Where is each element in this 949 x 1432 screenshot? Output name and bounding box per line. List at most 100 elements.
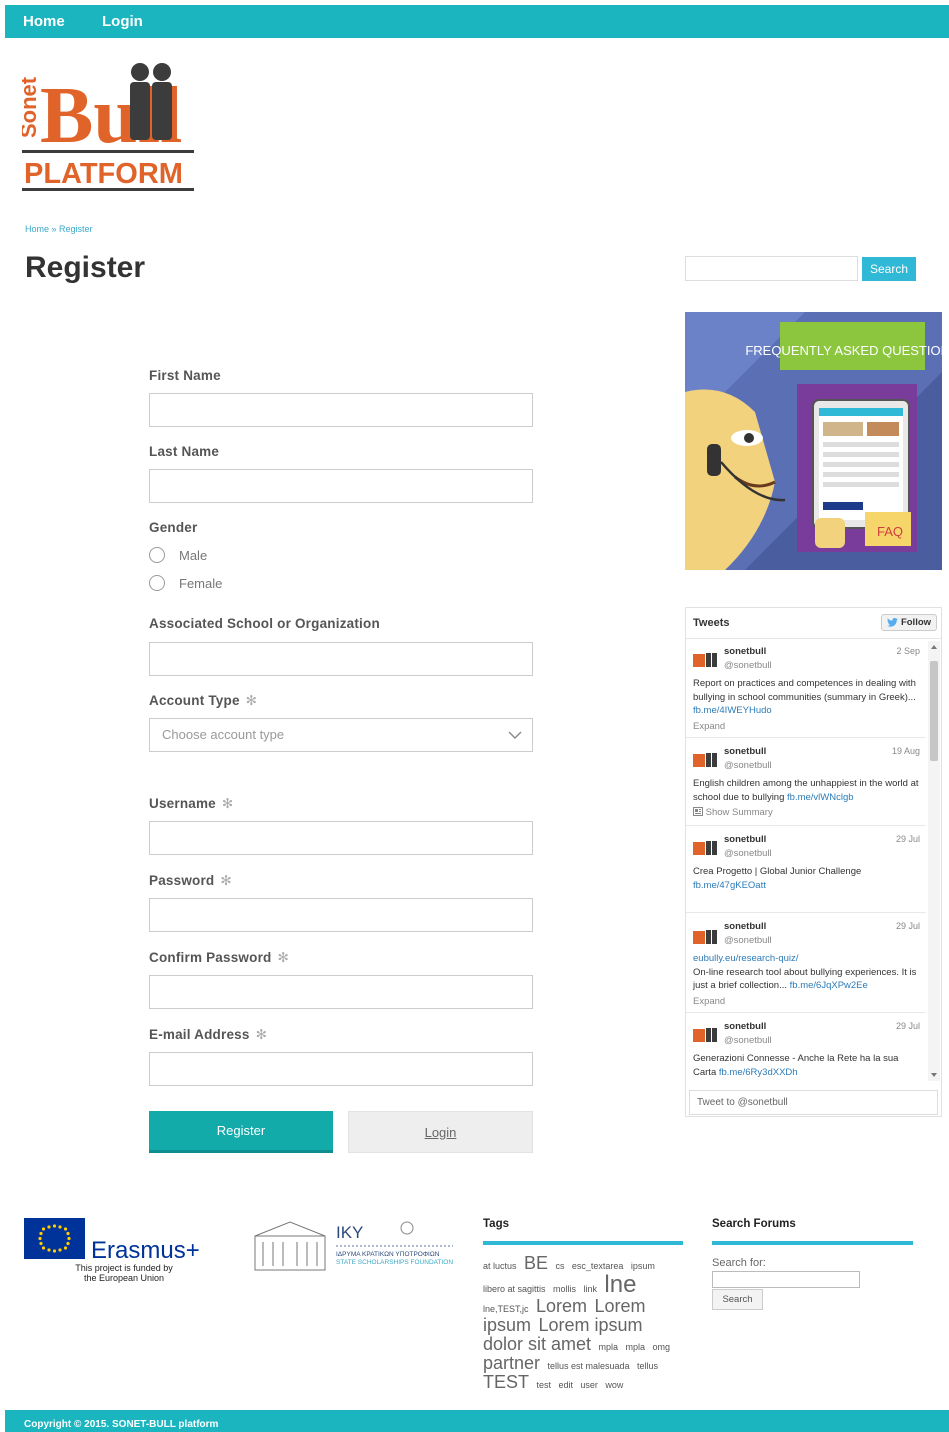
- tweet-link[interactable]: fb.me/6Ry3dXXDh: [719, 1067, 798, 1078]
- tag-link[interactable]: user: [580, 1380, 598, 1390]
- sonetbull-avatar: [693, 1026, 719, 1044]
- tweet-text: eubully.eu/research-quiz/On-line researc…: [693, 953, 917, 992]
- tweet-item[interactable]: sonetbull @sonetbull 29 Jul Crea Progett…: [686, 827, 926, 913]
- tag-link[interactable]: link: [583, 1284, 597, 1294]
- search-forums-heading: Search Forums: [712, 1218, 796, 1230]
- tweet-author-handle[interactable]: @sonetbull: [724, 1035, 772, 1046]
- follow-button[interactable]: Follow: [881, 614, 937, 631]
- tweet-author-name[interactable]: sonetbull: [724, 746, 766, 757]
- tweet-author-name[interactable]: sonetbull: [724, 834, 766, 845]
- password-input[interactable]: [149, 898, 533, 932]
- tweet-author-handle[interactable]: @sonetbull: [724, 760, 772, 771]
- last-name-input[interactable]: [149, 469, 533, 503]
- tweet-text: English children among the unhappiest in…: [693, 778, 919, 803]
- confirm-password-input[interactable]: [149, 975, 533, 1009]
- forum-search-button[interactable]: Search: [712, 1289, 763, 1310]
- tweet-item[interactable]: sonetbull @sonetbull 29 Jul Generazioni …: [686, 1014, 926, 1082]
- tag-link[interactable]: edit: [558, 1380, 573, 1390]
- tweets-scrollbar[interactable]: [928, 641, 940, 1081]
- tweet-expand-link[interactable]: Expand: [693, 996, 725, 1007]
- tag-link[interactable]: at luctus: [483, 1261, 517, 1271]
- tweets-scroll-thumb[interactable]: [930, 661, 938, 761]
- tag-link[interactable]: libero at sagittis: [483, 1284, 546, 1294]
- tweet-to-input[interactable]: Tweet to @sonetbull: [689, 1090, 938, 1115]
- tag-link[interactable]: esc_textarea: [572, 1261, 624, 1271]
- tag-link[interactable]: lne,TEST,jc: [483, 1304, 529, 1314]
- gender-female-radio[interactable]: [149, 575, 165, 591]
- tweet-item[interactable]: sonetbull @sonetbull 19 Aug English chil…: [686, 739, 926, 826]
- tweet-author-name[interactable]: sonetbull: [724, 921, 766, 932]
- register-button[interactable]: Register: [149, 1111, 333, 1153]
- breadcrumb-current[interactable]: Register: [59, 224, 93, 234]
- tweet-date[interactable]: 2 Sep: [896, 646, 920, 656]
- tweet-pre-link[interactable]: eubully.eu/research-quiz/: [693, 953, 798, 964]
- nav-home-link[interactable]: Home: [23, 13, 65, 30]
- username-input[interactable]: [149, 821, 533, 855]
- tweet-expand-link[interactable]: Expand: [693, 721, 725, 732]
- tag-link[interactable]: mpla: [599, 1342, 619, 1352]
- tweet-date[interactable]: 29 Jul: [896, 1021, 920, 1031]
- tweet-item[interactable]: sonetbull @sonetbull 29 Jul eubully.eu/r…: [686, 914, 926, 1013]
- account-type-select[interactable]: Choose account type: [149, 718, 533, 752]
- tag-link[interactable]: BE: [524, 1253, 548, 1273]
- tweet-text: Report on practices and competences in d…: [693, 678, 916, 717]
- tweet-show-summary-link[interactable]: Show Summary: [693, 807, 773, 818]
- tag-link[interactable]: test: [536, 1380, 551, 1390]
- tag-link[interactable]: ipsum: [631, 1261, 655, 1271]
- search-input[interactable]: [685, 256, 858, 281]
- required-mark: ✻: [255, 1027, 268, 1042]
- tag-link[interactable]: mollis: [553, 1284, 576, 1294]
- copyright-bar: Copyright © 2015. SONET-BULL platform: [5, 1410, 949, 1432]
- tweet-link[interactable]: fb.me/6JqXPw2Ee: [790, 980, 868, 991]
- tag-link[interactable]: TEST: [483, 1372, 529, 1392]
- tweet-link[interactable]: fb.me/4IWEYHudo: [693, 705, 772, 716]
- iky-greek-line: ΙΔΡΥΜΑ ΚΡΑΤΙΚΩΝ ΥΠΟΤΡΟΦΙΩΝ: [336, 1251, 440, 1258]
- tweet-date[interactable]: 29 Jul: [896, 921, 920, 931]
- tweet-date[interactable]: 29 Jul: [896, 834, 920, 844]
- gender-male-radio[interactable]: [149, 547, 165, 563]
- tag-link[interactable]: tellus: [637, 1361, 658, 1371]
- tweet-link[interactable]: fb.me/47gKEOatt: [693, 880, 766, 891]
- svg-text:PLATFORM: PLATFORM: [24, 158, 183, 190]
- sonetbull-avatar: [693, 751, 719, 769]
- erasmus-plus-logo: Erasmus+ This project is funded by the E…: [24, 1218, 234, 1286]
- scroll-up-icon[interactable]: [928, 643, 940, 651]
- gender-male-label[interactable]: Male: [179, 548, 207, 563]
- tweet-author-handle[interactable]: @sonetbull: [724, 848, 772, 859]
- tweet-date[interactable]: 19 Aug: [892, 746, 920, 756]
- breadcrumb-home[interactable]: Home: [25, 224, 49, 234]
- email-input[interactable]: [149, 1052, 533, 1086]
- tweet-author-name[interactable]: sonetbull: [724, 1021, 766, 1032]
- scroll-down-icon[interactable]: [928, 1071, 940, 1079]
- sonetbull-logo[interactable]: Sonet Bull PLATFORM: [16, 60, 194, 194]
- forum-search-input[interactable]: [712, 1271, 860, 1288]
- school-input[interactable]: [149, 642, 533, 676]
- tag-link[interactable]: Lorem ipsum: [538, 1315, 642, 1335]
- tweet-link[interactable]: fb.me/vlWNclgb: [787, 792, 854, 803]
- tag-link[interactable]: cs: [555, 1261, 564, 1271]
- school-label: Associated School or Organization: [149, 616, 380, 631]
- tag-link[interactable]: tellus est malesuada: [548, 1361, 630, 1371]
- faq-banner[interactable]: FREQUENTLY ASKED QUESTIONS FAQ: [685, 312, 942, 570]
- tag-link[interactable]: partner: [483, 1353, 540, 1373]
- search-button[interactable]: Search: [862, 257, 916, 281]
- login-button[interactable]: Login: [348, 1111, 533, 1153]
- tweet-author-handle[interactable]: @sonetbull: [724, 660, 772, 671]
- tag-link[interactable]: ipsum: [483, 1315, 531, 1335]
- tweet-item[interactable]: sonetbull @sonetbull 2 Sep Report on pra…: [686, 639, 926, 738]
- tag-link[interactable]: dolor sit amet: [483, 1334, 591, 1354]
- tweet-author-handle[interactable]: @sonetbull: [724, 935, 772, 946]
- breadcrumb: Home » Register: [25, 224, 93, 234]
- tag-link[interactable]: Lorem: [536, 1296, 587, 1316]
- nav-login-link[interactable]: Login: [102, 13, 143, 30]
- tweet-author-name[interactable]: sonetbull: [724, 646, 766, 657]
- sonetbull-avatar: [693, 928, 719, 946]
- tag-link[interactable]: mpla: [625, 1342, 645, 1352]
- gender-female-label[interactable]: Female: [179, 576, 222, 591]
- first-name-input[interactable]: [149, 393, 533, 427]
- tag-link[interactable]: wow: [605, 1380, 623, 1390]
- tag-link[interactable]: Lorem: [594, 1296, 645, 1316]
- iky-name: IKY: [336, 1223, 363, 1242]
- tag-link[interactable]: omg: [652, 1342, 670, 1352]
- tag-link[interactable]: lne: [604, 1271, 636, 1298]
